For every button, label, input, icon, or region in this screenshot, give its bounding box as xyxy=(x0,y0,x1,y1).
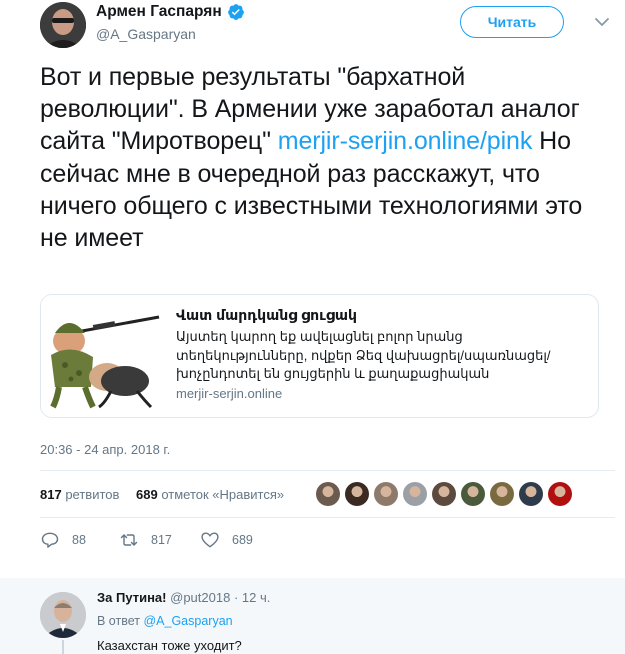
likes-stat-count: 689 xyxy=(136,487,158,502)
reply-mention-link[interactable]: @A_Gasparyan xyxy=(143,614,232,628)
card-domain: merjir-serjin.online xyxy=(176,385,283,401)
reply-icon[interactable] xyxy=(40,530,60,550)
liker-avatar[interactable] xyxy=(345,482,369,506)
chevron-down-icon[interactable] xyxy=(592,12,612,32)
reply-time[interactable]: · 12 ч. xyxy=(234,590,270,605)
author-avatar[interactable] xyxy=(40,2,86,48)
reply-to-line: В ответ @A_Gasparyan xyxy=(97,614,233,628)
reply-avatar[interactable] xyxy=(40,592,86,638)
retweets-stat-count: 817 xyxy=(40,487,62,502)
reply-author-handle[interactable]: @put2018 xyxy=(170,590,230,605)
liker-avatar[interactable] xyxy=(374,482,398,506)
liker-avatar[interactable] xyxy=(548,482,572,506)
tweet-timestamp[interactable]: 20:36 - 24 апр. 2018 г. xyxy=(40,442,170,457)
card-thumbnail[interactable] xyxy=(41,295,163,417)
liker-avatar[interactable] xyxy=(461,482,485,506)
card-title[interactable]: Վատ մարդկանց ցուցակ xyxy=(176,305,586,325)
thread-line xyxy=(62,640,64,654)
reply-header: За Путина! @put2018 · 12 ч. xyxy=(97,590,270,605)
like-action[interactable]: 689 xyxy=(200,530,253,550)
retweets-stat[interactable]: 817 ретвитов xyxy=(40,487,119,502)
follow-button[interactable]: Читать xyxy=(460,6,564,38)
card-body: Վատ մարդկանց ցուցակ Այստեղ կարող եք ավել… xyxy=(176,305,586,401)
tweet-text: Вот и первые результаты "бархатной револ… xyxy=(40,61,600,254)
like-count: 689 xyxy=(232,533,253,547)
reply-tweet[interactable]: За Путина! @put2018 · 12 ч. В ответ @A_G… xyxy=(0,578,625,654)
verified-badge-icon xyxy=(227,4,244,20)
liker-avatar[interactable] xyxy=(490,482,514,506)
liker-avatar[interactable] xyxy=(519,482,543,506)
retweet-count: 817 xyxy=(151,533,172,547)
tweet-header: Армен Гаспарян @A_Gasparyan Читать xyxy=(40,0,615,50)
likes-stat[interactable]: 689 отметок «Нравится» xyxy=(136,487,284,502)
retweets-stat-label: ретвитов xyxy=(65,487,120,502)
liker-avatar[interactable] xyxy=(403,482,427,506)
reply-count: 88 xyxy=(72,533,86,547)
tweet-link[interactable]: merjir-serjin.online/pink xyxy=(278,127,533,155)
tweet-actions: 88 817 689 xyxy=(40,530,340,554)
author-name-text[interactable]: Армен Гаспарян xyxy=(96,3,222,21)
tweet-stats: 817 ретвитов 689 отметок «Нравится» xyxy=(40,482,615,508)
link-card[interactable]: Վատ մարդկանց ցուցակ Այստեղ կարող եք ավել… xyxy=(40,294,599,418)
retweet-icon[interactable] xyxy=(119,530,139,550)
card-description: Այստեղ կարող եք ավելացնել բոլոր նրանց տե… xyxy=(176,329,551,381)
author-handle[interactable]: @A_Gasparyan xyxy=(96,26,196,42)
likes-stat-label: отметок «Нравится» xyxy=(161,487,285,502)
reply-to-prefix: В ответ xyxy=(97,614,140,628)
reply-action[interactable]: 88 xyxy=(40,530,86,550)
liker-avatars xyxy=(316,482,572,506)
reply-text: Казахстан тоже уходит? xyxy=(97,638,242,653)
liker-avatar[interactable] xyxy=(432,482,456,506)
divider xyxy=(40,470,615,471)
retweet-action[interactable]: 817 xyxy=(119,530,172,550)
heart-icon[interactable] xyxy=(200,530,220,550)
divider xyxy=(40,517,615,518)
liker-avatar[interactable] xyxy=(316,482,340,506)
reply-author-name[interactable]: За Путина! xyxy=(97,590,167,605)
author-name[interactable]: Армен Гаспарян xyxy=(96,3,245,21)
